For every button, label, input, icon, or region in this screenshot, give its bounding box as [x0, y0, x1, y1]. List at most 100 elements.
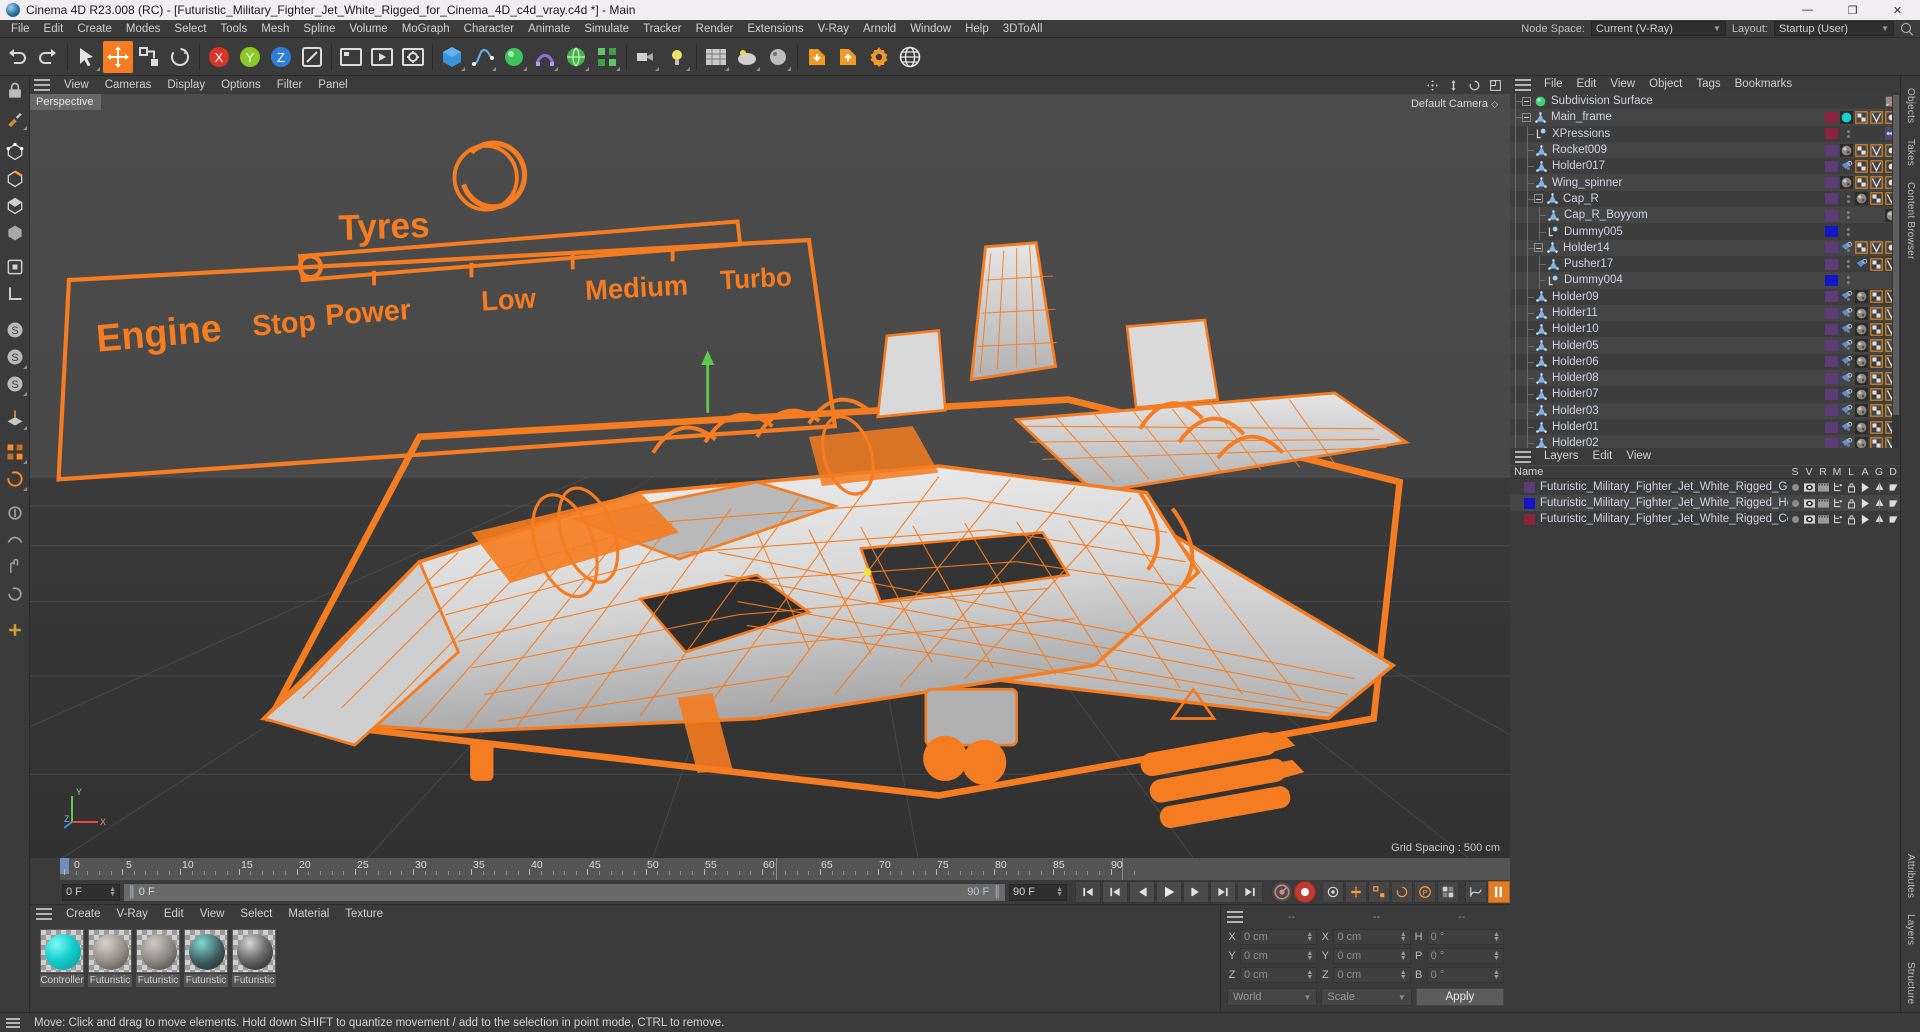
material-menu-vray[interactable]: V-Ray: [109, 905, 156, 923]
material-thumbnail[interactable]: [184, 929, 228, 973]
protection-tag-icon[interactable]: [1840, 160, 1853, 173]
layer-toggle-deform[interactable]: [1872, 514, 1886, 525]
preview-range-bar[interactable]: ║ 0 F 90 F ║: [124, 883, 1005, 901]
object-dots-icon[interactable]: [1847, 276, 1850, 285]
om-menu-tags[interactable]: Tags: [1689, 76, 1727, 93]
layer-tag-icon[interactable]: [1870, 420, 1883, 434]
layer-col-a[interactable]: A: [1858, 466, 1872, 478]
om-menu-bookmarks[interactable]: Bookmarks: [1728, 76, 1800, 93]
lock-z-axis-button[interactable]: Z: [266, 41, 296, 73]
layer-toggle-dot[interactable]: [1788, 499, 1802, 507]
object-row[interactable]: Holder02: [1510, 435, 1900, 448]
material-tag-icon[interactable]: [1840, 110, 1853, 124]
layer-tag-icon[interactable]: [1855, 160, 1868, 173]
layer-toggle-dot[interactable]: [1788, 483, 1802, 491]
maximize-view-icon[interactable]: [1489, 79, 1502, 92]
texture-axis-icon[interactable]: [2, 105, 28, 131]
material-tag-icon[interactable]: [1855, 387, 1868, 401]
menu-item-help[interactable]: Help: [958, 20, 996, 38]
viewport-menu-icon[interactable]: [34, 79, 50, 91]
object-row[interactable]: Cap_R_Boyyom: [1510, 207, 1900, 224]
material-tag-icon[interactable]: [1855, 420, 1868, 434]
layer-toggle-lock[interactable]: [1844, 482, 1858, 493]
material-tag-icon[interactable]: [1855, 192, 1868, 206]
step-forward-button[interactable]: [1183, 881, 1209, 903]
layer-list[interactable]: Futuristic_Military_Fighter_Jet_White_Ri…: [1510, 479, 1900, 527]
material-tag-icon[interactable]: [1855, 322, 1868, 336]
layer-row[interactable]: Futuristic_Military_Fighter_Jet_White_Ri…: [1510, 495, 1900, 511]
timeline-ruler[interactable]: 0 5 10 15 20 25 30 35 40 45 50 55 60 65 …: [60, 858, 1510, 880]
layer-tag-icon[interactable]: [1870, 339, 1883, 352]
pos-y-field[interactable]: 0 cm ▲ ▼: [1240, 948, 1318, 964]
move-tool-button[interactable]: [103, 40, 133, 73]
lm-menu-edit[interactable]: Edit: [1586, 448, 1620, 465]
om-menu-view[interactable]: View: [1603, 76, 1642, 93]
layer-col-m[interactable]: M: [1830, 466, 1844, 478]
rotate-tool-button[interactable]: [165, 41, 195, 73]
lock-axis-icon[interactable]: [2, 78, 28, 104]
protection-tag-icon[interactable]: [1840, 307, 1853, 320]
menu-item-render[interactable]: Render: [689, 20, 741, 38]
om-menu-file[interactable]: File: [1537, 76, 1570, 93]
layer-toggle-lock[interactable]: [1844, 498, 1858, 509]
tab-content-browser[interactable]: Content Browser: [1903, 174, 1918, 267]
object-layer-color[interactable]: [1825, 437, 1838, 448]
object-layer-color[interactable]: [1825, 274, 1838, 286]
current-frame-field[interactable]: 0 F ▲ ▼: [62, 883, 120, 901]
maximize-button[interactable]: ❐: [1830, 0, 1875, 20]
layer-tag-icon[interactable]: [1870, 404, 1883, 418]
menu-item-select[interactable]: Select: [167, 20, 213, 38]
layer-row[interactable]: Futuristic_Military_Fighter_Jet_White_Ri…: [1510, 511, 1900, 527]
rot-b-field[interactable]: 0 ° ▲ ▼: [1426, 967, 1504, 983]
object-manager-menu-icon[interactable]: [1515, 78, 1531, 91]
layer-toggle-dot[interactable]: [1788, 515, 1802, 523]
layer-toggle-tree[interactable]: [1830, 514, 1844, 524]
enable-axis-icon[interactable]: [2, 281, 28, 307]
key-pla-button[interactable]: [1437, 881, 1459, 903]
layer-tag-icon[interactable]: [1855, 176, 1868, 189]
lock-y-axis-button[interactable]: Y: [235, 41, 265, 73]
environment-object-button[interactable]: [561, 41, 591, 73]
menu-item-mograph[interactable]: MoGraph: [395, 20, 457, 38]
material-tag-icon[interactable]: [1855, 355, 1868, 369]
rotate-view-icon[interactable]: [1468, 79, 1481, 92]
object-dots-icon[interactable]: [1847, 260, 1850, 269]
material-tag-icon[interactable]: [1855, 290, 1868, 304]
menu-item-arnold[interactable]: Arnold: [856, 20, 903, 38]
object-layer-color[interactable]: [1825, 323, 1838, 335]
object-tree-scrollbar[interactable]: [1892, 93, 1900, 448]
object-dots-icon[interactable]: [1847, 227, 1850, 236]
animation-mode-button[interactable]: [1465, 881, 1487, 903]
material-menu-edit[interactable]: Edit: [156, 905, 192, 923]
layer-toggle-deform[interactable]: [1872, 482, 1886, 493]
menu-item-character[interactable]: Character: [457, 20, 522, 38]
layer-toggle-deform[interactable]: [1872, 498, 1886, 509]
spinner-icon[interactable]: ▲ ▼: [109, 886, 116, 898]
paint-tool-button[interactable]: [763, 41, 793, 73]
spinner-icon[interactable]: ▲ ▼: [1056, 886, 1063, 898]
layer-tag-icon[interactable]: [1855, 241, 1868, 255]
object-row[interactable]: Rocket009: [1510, 141, 1900, 159]
layout-select[interactable]: Startup (User) ▼: [1774, 21, 1894, 36]
material-tag-icon[interactable]: [1855, 436, 1868, 448]
layer-toggle-eye[interactable]: [1802, 498, 1816, 508]
layer-tag-icon[interactable]: [1870, 388, 1883, 401]
redo-button[interactable]: [33, 41, 63, 73]
object-row[interactable]: Holder08: [1510, 370, 1900, 387]
node-space-select[interactable]: Current (V-Ray) ▼: [1590, 21, 1726, 36]
layer-toggle-tree[interactable]: [1830, 482, 1844, 492]
material-tag-icon[interactable]: [1855, 306, 1868, 320]
export-button[interactable]: [833, 41, 863, 73]
layer-color-swatch[interactable]: [1524, 481, 1535, 493]
expand-toggle[interactable]: [1522, 96, 1531, 106]
object-row[interactable]: Holder10: [1510, 321, 1900, 338]
object-layer-color[interactable]: [1825, 258, 1838, 270]
add-object-icon[interactable]: [2, 617, 28, 643]
material-tag-icon[interactable]: [1855, 404, 1868, 418]
layer-tag-icon[interactable]: [1870, 290, 1883, 303]
viewport-3d[interactable]: Perspective Default Camera ◇ Grid Spacin…: [30, 94, 1510, 858]
size-z-field[interactable]: 0 cm ▲ ▼: [1333, 967, 1411, 983]
object-row[interactable]: Holder06: [1510, 353, 1900, 371]
go-to-start-button[interactable]: [1075, 881, 1101, 903]
object-layer-color[interactable]: [1825, 242, 1838, 254]
